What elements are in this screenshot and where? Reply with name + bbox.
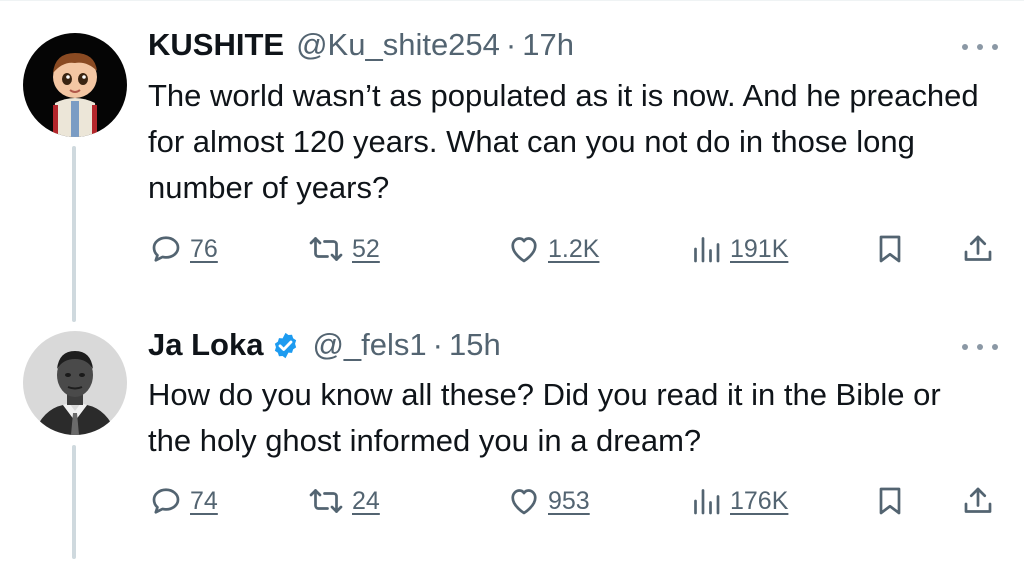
separator-dot: ·	[432, 327, 443, 362]
bookmark-button[interactable]	[872, 224, 908, 274]
user-handle[interactable]: @_fels1	[312, 327, 426, 363]
tweet-header: Ja Loka @_fels1 · 15h	[148, 325, 501, 365]
analytics-icon	[694, 237, 720, 263]
top-divider	[0, 0, 1024, 1]
bookmark-icon	[879, 487, 901, 515]
avatar[interactable]	[23, 331, 127, 435]
retweet-button[interactable]: 52	[306, 224, 380, 274]
separator-dot: ·	[505, 27, 517, 62]
cartoon-boy-avatar-icon	[23, 33, 127, 137]
heart-icon	[511, 489, 537, 515]
retweet-button[interactable]: 24	[306, 476, 380, 526]
views-button[interactable]: 191K	[688, 224, 788, 274]
timestamp[interactable]: 15h	[449, 327, 501, 363]
retweet-icon	[309, 489, 343, 513]
tweet-header: KUSHITE @Ku_shite254 · 17h	[148, 25, 574, 65]
share-button[interactable]	[960, 224, 996, 274]
reply-count: 76	[190, 234, 218, 263]
tweet-text: How do you know all these? Did you read …	[148, 377, 941, 458]
bookmark-icon	[879, 235, 901, 263]
reply-icon	[152, 488, 180, 514]
action-bar: 76 52 1.2K 191K	[148, 224, 1008, 274]
like-button[interactable]: 953	[506, 476, 590, 526]
tweet-text: The world wasn’t as populated as it is n…	[148, 78, 979, 205]
more-options-icon[interactable]	[958, 337, 1002, 357]
more-options-icon[interactable]	[958, 37, 1002, 57]
views-button[interactable]: 176K	[688, 476, 788, 526]
retweet-count: 52	[352, 234, 380, 263]
views-count: 176K	[730, 486, 789, 515]
heart-icon	[511, 237, 537, 263]
views-count: 191K	[730, 234, 789, 263]
share-icon	[964, 235, 992, 261]
bookmark-button[interactable]	[872, 476, 908, 526]
user-handle[interactable]: @Ku_shite254	[296, 27, 500, 63]
share-button[interactable]	[960, 476, 996, 526]
thread-line	[72, 146, 76, 322]
display-name[interactable]: KUSHITE	[148, 27, 284, 63]
share-icon	[964, 487, 992, 513]
retweet-count: 24	[352, 486, 380, 515]
reply-icon	[152, 236, 180, 262]
reply-button[interactable]: 74	[148, 476, 218, 526]
avatar[interactable]	[23, 33, 127, 137]
timestamp[interactable]: 17h	[522, 27, 574, 63]
reply-count: 74	[190, 486, 218, 515]
thread-line	[72, 445, 76, 559]
reply-button[interactable]: 76	[148, 224, 218, 274]
display-name[interactable]: Ja Loka	[148, 327, 263, 363]
like-button[interactable]: 1.2K	[506, 224, 599, 274]
like-count: 953	[548, 486, 590, 515]
bw-portrait-avatar-icon	[23, 331, 127, 435]
verified-badge-icon	[271, 331, 300, 360]
like-count: 1.2K	[548, 234, 600, 263]
action-bar: 74 24 953 176K	[148, 476, 1008, 526]
analytics-icon	[694, 489, 720, 515]
retweet-icon	[309, 237, 343, 261]
